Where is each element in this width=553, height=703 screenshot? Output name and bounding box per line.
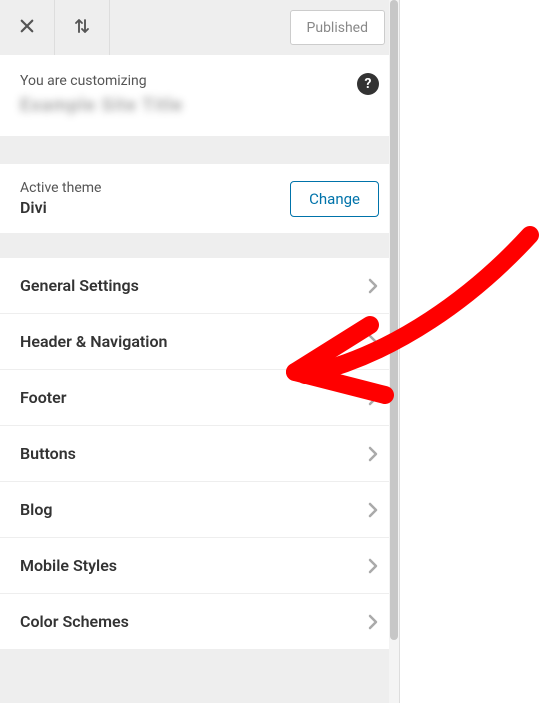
active-theme-name: Divi (20, 198, 101, 217)
menu-item-label: Header & Navigation (20, 332, 167, 351)
customizer-sidebar: Published You are customizing Example Si… (0, 0, 400, 703)
chevron-right-icon (367, 333, 379, 351)
chevron-right-icon (367, 501, 379, 519)
menu-item-label: Buttons (20, 444, 76, 463)
transfer-icon (73, 17, 91, 39)
publish-status-button[interactable]: Published (290, 10, 385, 45)
device-preview-button[interactable] (55, 0, 110, 55)
menu-item-header-navigation[interactable]: Header & Navigation (0, 314, 399, 370)
menu-item-label: Mobile Styles (20, 556, 117, 575)
chevron-right-icon (367, 277, 379, 295)
customizer-scroll: Published You are customizing Example Si… (0, 0, 399, 703)
menu-item-buttons[interactable]: Buttons (0, 426, 399, 482)
menu-item-label: General Settings (20, 276, 139, 295)
menu-item-mobile-styles[interactable]: Mobile Styles (0, 538, 399, 594)
topbar-spacer (110, 0, 290, 55)
menu-item-label: Color Schemes (20, 612, 129, 631)
menu-item-footer[interactable]: Footer (0, 370, 399, 426)
menu-item-color-schemes[interactable]: Color Schemes (0, 594, 399, 650)
active-theme-label: Active theme (20, 180, 101, 196)
chevron-right-icon (367, 445, 379, 463)
chevron-right-icon (367, 613, 379, 631)
close-icon (18, 17, 36, 39)
section-gap (0, 136, 399, 164)
active-theme-row: Active theme Divi Change (0, 164, 399, 233)
site-title: Example Site Title (20, 95, 379, 116)
customizer-menu: General Settings Header & Navigation Foo… (0, 257, 399, 650)
customizing-info: You are customizing Example Site Title ? (0, 55, 399, 136)
menu-item-label: Blog (20, 500, 52, 519)
menu-item-blog[interactable]: Blog (0, 482, 399, 538)
scrollbar-track (389, 0, 399, 703)
change-theme-button[interactable]: Change (290, 181, 379, 217)
help-icon[interactable]: ? (357, 73, 379, 95)
theme-labels: Active theme Divi (20, 180, 101, 217)
close-button[interactable] (0, 0, 55, 55)
menu-item-label: Footer (20, 388, 66, 407)
menu-item-general-settings[interactable]: General Settings (0, 257, 399, 314)
customizing-label: You are customizing (20, 73, 379, 89)
chevron-right-icon (367, 557, 379, 575)
customizer-topbar: Published (0, 0, 399, 55)
scrollbar-thumb[interactable] (390, 0, 398, 640)
chevron-right-icon (367, 389, 379, 407)
section-gap (0, 233, 399, 257)
